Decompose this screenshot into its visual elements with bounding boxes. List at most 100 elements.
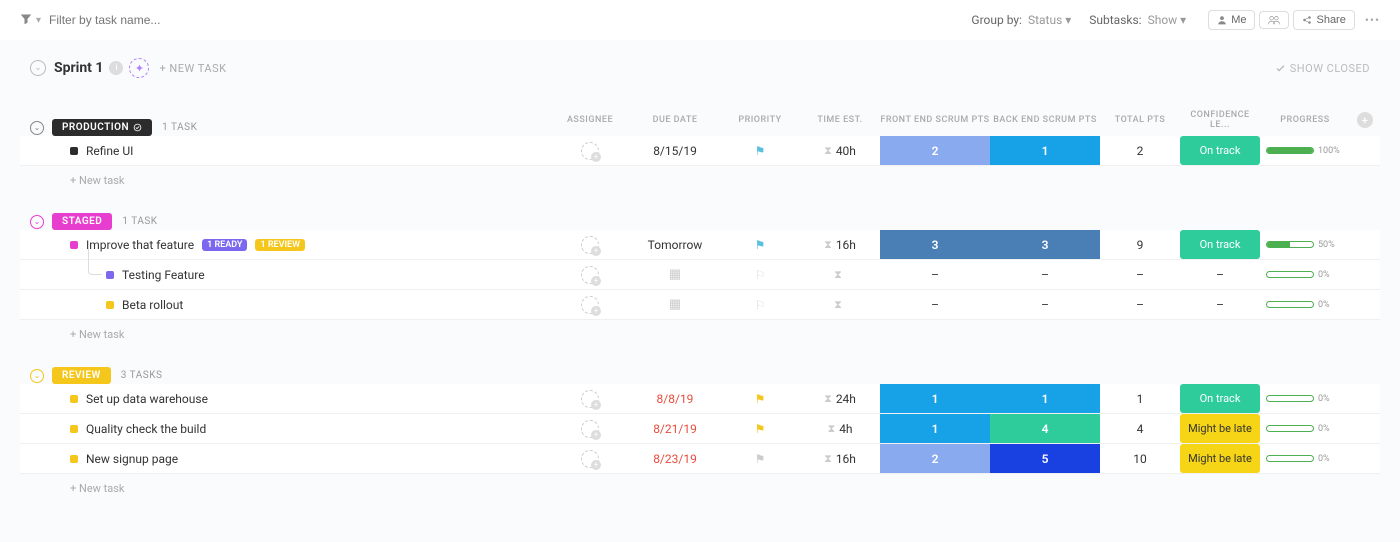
show-closed-button[interactable]: SHOW CLOSED [1275,62,1370,75]
be-pts-cell[interactable]: 1 [990,136,1100,165]
assignee-add-icon[interactable] [581,142,599,160]
new-task-row[interactable]: + New task [20,320,1380,349]
due-date-cell[interactable]: 8/23/19 [630,444,720,473]
time-est-cell[interactable]: ⧗16h [800,230,880,259]
confidence-cell[interactable]: – [1180,290,1260,319]
fe-pts-cell[interactable]: 1 [880,414,990,443]
assignee-add-icon[interactable] [581,236,599,254]
task-name: New signup page [86,452,178,466]
status-dot [70,147,78,155]
task-row[interactable]: Quality check the build 8/21/19 ⚑ ⧗4h 1 … [20,414,1380,444]
confidence-badge[interactable]: On track [1180,384,1260,413]
priority-flag-icon[interactable]: ⚑ [755,238,766,252]
time-est-cell[interactable]: ⧗4h [800,414,880,443]
status-dot [106,301,114,309]
fe-pts-cell[interactable]: 2 [880,136,990,165]
task-name: Quality check the build [86,422,206,436]
status-pill-staged[interactable]: STAGED [52,213,112,230]
sprint-title: Sprint 1 [54,60,103,76]
filter-input[interactable] [49,13,349,27]
assignees-button[interactable] [1259,11,1289,29]
new-task-row[interactable]: + New task [20,474,1380,503]
info-icon[interactable]: i [109,61,123,75]
main-content: ⌄ Sprint 1 i ✦ + NEW TASK SHOW CLOSED ⌄ … [0,40,1400,533]
fe-pts-cell[interactable]: 2 [880,444,990,473]
be-pts-cell[interactable]: 4 [990,414,1100,443]
more-icon[interactable]: ••• [1365,13,1380,27]
task-row[interactable]: New signup page 8/23/19 ⚑ ⧗16h 2 5 10 Mi… [20,444,1380,474]
add-column-button[interactable]: + [1350,112,1380,128]
group-collapse-icon[interactable]: ⌄ [30,121,44,135]
priority-flag-icon[interactable]: ⚐ [755,298,766,312]
due-date-cell[interactable]: 8/8/19 [630,384,720,413]
time-est-cell[interactable]: ⧗16h [800,444,880,473]
group-collapse-icon[interactable]: ⌄ [30,215,44,229]
be-pts-cell[interactable]: – [990,260,1100,289]
be-pts-cell[interactable]: 5 [990,444,1100,473]
fe-pts-cell[interactable]: – [880,290,990,319]
status-pill-review[interactable]: REVIEW [52,367,111,384]
due-date-cell[interactable]: ▦ [630,260,720,289]
confidence-badge[interactable]: On track [1180,136,1260,165]
subtasks-label: Subtasks: [1089,13,1141,27]
due-date-cell[interactable]: Tomorrow [630,230,720,259]
be-pts-cell[interactable]: 1 [990,384,1100,413]
fe-pts-cell[interactable]: 1 [880,384,990,413]
col-header-confidence: CONFIDENCE LE... [1180,110,1260,130]
time-est-cell[interactable]: ⧗ [800,290,880,319]
assignee-add-icon[interactable] [581,450,599,468]
group-collapse-icon[interactable]: ⌄ [30,369,44,383]
subtask-tag-review[interactable]: 1 REVIEW [255,239,305,251]
me-button[interactable]: Me [1208,10,1255,30]
be-pts-cell[interactable]: – [990,290,1100,319]
subtask-row[interactable]: Beta rollout ▦ ⚐ ⧗ – – – – 0% [20,290,1380,320]
priority-flag-icon[interactable]: ⚐ [755,268,766,282]
total-pts-cell: 9 [1100,230,1180,259]
priority-flag-icon[interactable]: ⚑ [755,452,766,466]
progress-bar: 50% [1260,240,1350,250]
share-button[interactable]: Share [1293,10,1354,30]
task-row[interactable]: Refine UI 8/15/19 ⚑ ⧗40h 2 1 2 On track … [20,136,1380,166]
assignee-add-icon[interactable] [581,420,599,438]
group-by-value[interactable]: Status ▾ [1028,13,1071,27]
col-header-total: TOTAL PTS [1100,115,1180,125]
progress-bar: 0% [1260,424,1350,434]
due-date-cell[interactable]: 8/15/19 [630,136,720,165]
group-staged: ⌄ STAGED 1 TASK Improve that feature 1 R… [20,213,1380,349]
fe-pts-cell[interactable]: – [880,260,990,289]
task-name: Beta rollout [122,298,183,312]
hourglass-icon: ⧗ [824,452,832,466]
subtask-row[interactable]: Testing Feature ▦ ⚐ ⧗ – – – – 0% [20,260,1380,290]
due-date-cell[interactable]: 8/21/19 [630,414,720,443]
calendar-icon: ▦ [669,267,681,282]
subtasks-value[interactable]: Show ▾ [1148,13,1187,27]
time-est-cell[interactable]: ⧗40h [800,136,880,165]
assignee-add-icon[interactable] [581,390,599,408]
subtask-tag-ready[interactable]: 1 READY [202,239,247,251]
task-row[interactable]: Set up data warehouse 8/8/19 ⚑ ⧗24h 1 1 … [20,384,1380,414]
progress-bar: 100% [1260,146,1350,156]
new-task-button[interactable]: + NEW TASK [159,62,226,75]
confidence-badge[interactable]: On track [1180,230,1260,259]
priority-flag-icon[interactable]: ⚑ [755,392,766,406]
sprint-collapse-icon[interactable]: ⌄ [30,60,46,76]
status-dot [70,455,78,463]
status-pill-production[interactable]: PRODUCTION [52,119,152,136]
confidence-cell[interactable]: – [1180,260,1260,289]
crosshair-icon[interactable]: ✦ [129,58,149,78]
priority-flag-icon[interactable]: ⚑ [755,422,766,436]
be-pts-cell[interactable]: 3 [990,230,1100,259]
time-est-cell[interactable]: ⧗ [800,260,880,289]
new-task-row[interactable]: + New task [20,166,1380,195]
confidence-badge[interactable]: Might be late [1180,444,1260,473]
time-est-cell[interactable]: ⧗24h [800,384,880,413]
task-row[interactable]: Improve that feature 1 READY 1 REVIEW To… [20,230,1380,260]
chevron-down-icon[interactable]: ▾ [36,15,41,26]
assignee-add-icon[interactable] [581,296,599,314]
confidence-badge[interactable]: Might be late [1180,414,1260,443]
top-toolbar: ▾ Group by: Status ▾ Subtasks: Show ▾ Me… [0,0,1400,40]
assignee-add-icon[interactable] [581,266,599,284]
priority-flag-icon[interactable]: ⚑ [755,144,766,158]
fe-pts-cell[interactable]: 3 [880,230,990,259]
due-date-cell[interactable]: ▦ [630,290,720,319]
